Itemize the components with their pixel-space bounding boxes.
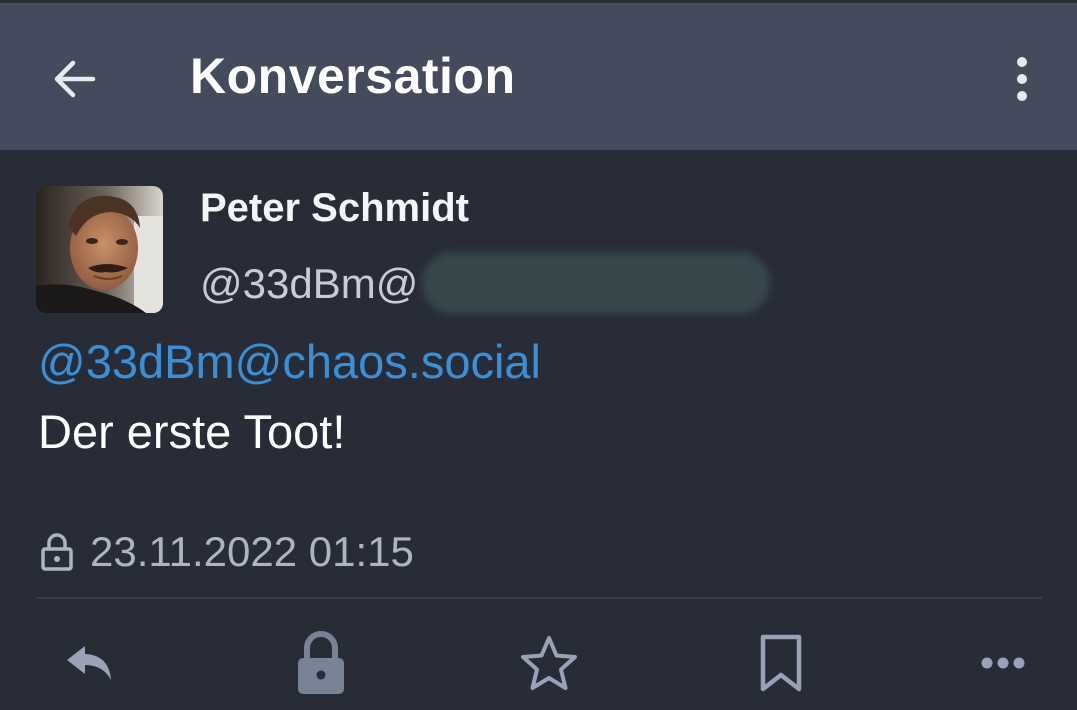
status-content: Der erste Toot!	[38, 405, 346, 458]
star-icon	[521, 636, 577, 690]
favourite-button[interactable]	[516, 628, 582, 698]
lock-icon	[298, 631, 344, 694]
more-vertical-icon	[1017, 57, 1027, 101]
mention-link[interactable]: @33dBm@chaos.social	[38, 334, 541, 389]
avatar[interactable]	[36, 186, 163, 313]
overflow-menu-button[interactable]	[998, 51, 1046, 107]
bookmark-button[interactable]	[748, 628, 814, 698]
more-horizontal-icon	[981, 657, 1025, 669]
status-meta: 23.11.2022 01:15	[40, 528, 414, 576]
app-root: Konversation Peter Schmidt @33dBm@ @33dB…	[0, 0, 1077, 710]
boost-button[interactable]	[288, 628, 354, 698]
reply-button[interactable]	[56, 628, 122, 698]
display-name[interactable]: Peter Schmidt	[200, 186, 469, 231]
divider	[36, 597, 1042, 599]
timestamp[interactable]: 23.11.2022 01:15	[90, 528, 414, 576]
back-button[interactable]	[46, 51, 102, 107]
arrow-left-icon	[54, 60, 96, 98]
avatar-image	[36, 186, 163, 313]
bookmark-icon	[760, 634, 802, 692]
page-title: Konversation	[190, 48, 516, 104]
lock-icon	[41, 533, 73, 571]
account-handle[interactable]: @33dBm@	[200, 260, 418, 308]
more-actions-button[interactable]	[970, 628, 1036, 698]
app-bar: Konversation	[0, 0, 1077, 150]
reply-icon	[67, 646, 111, 680]
redacted-domain	[422, 252, 770, 314]
